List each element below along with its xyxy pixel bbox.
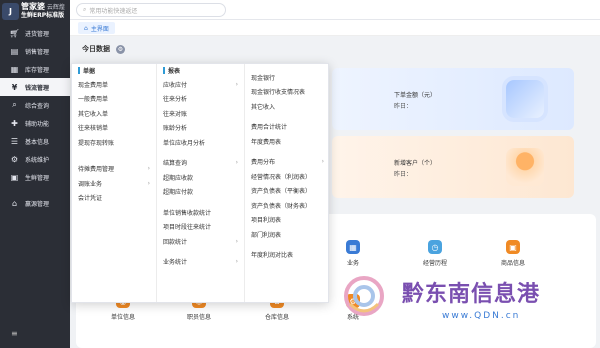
menu-item[interactable]: 结算查询 › xyxy=(157,156,244,171)
store-icon: ⌂ xyxy=(11,198,18,208)
chevron-right-icon: › xyxy=(147,165,150,173)
warehouse-icon: ▦ xyxy=(10,64,19,74)
chevron-right-icon: › xyxy=(321,158,324,166)
menu-item[interactable]: 一般费用单 xyxy=(72,92,156,107)
watermark: 黔东南信息港 www.QDN.cn xyxy=(340,268,600,348)
menu-item[interactable]: 项目时段往来统计 xyxy=(157,220,244,235)
menu-item[interactable]: 往来核销单 xyxy=(72,121,156,136)
fresh-icon: ▣ xyxy=(10,172,19,182)
menu-item[interactable]: 会计凭证 xyxy=(72,191,156,206)
history-icon: ◷ xyxy=(428,240,442,254)
menu-item[interactable]: 往来对账 xyxy=(157,106,244,121)
menu-item[interactable]: 资产负债表（财务表） xyxy=(245,198,330,213)
brand-sub: 云辉煌 xyxy=(46,3,65,11)
system-icon: ⚙ xyxy=(10,154,19,164)
menu-column-reports: 报表 应收应付 › 往来分析 往来对账 账龄分析 单位应收月分析 结算查询 › 超期… xyxy=(156,64,244,302)
sidebar-item-purchase[interactable]: 🛒︎ 进货管理 xyxy=(0,24,70,42)
tab-bar: ⌂ 主界面 xyxy=(70,20,600,36)
menu-item[interactable]: 单位应收月分析 xyxy=(157,135,244,150)
sidebar-item-sales[interactable]: ▤ 销售管理 xyxy=(0,42,70,60)
menu-item[interactable]: 待摊费用管理 › xyxy=(72,162,156,177)
new-customers-card: 新增客户（个） 昨日： xyxy=(332,136,574,198)
search-icon: ⌕ xyxy=(83,6,87,13)
home-icon: ⌂ xyxy=(84,24,88,32)
watermark-url: www.QDN.cn xyxy=(442,311,521,321)
sidebar: J 管家婆 云辉煌 生鲜ERP标准版 🛒︎ 进货管理 ▤ 销售管理 ▦ 库存管理 ¥ 钱… xyxy=(0,0,70,348)
watermark-logo-icon xyxy=(344,276,384,316)
sidebar-nav: 🛒︎ 进货管理 ▤ 销售管理 ▦ 库存管理 ¥ 钱流管理 ⌕ 综合查询 ✚ 辅助功能 ☰ 基本… xyxy=(0,24,70,212)
sidebar-item-fresh[interactable]: ▣ 生鲜管理 xyxy=(0,168,70,186)
menu-item[interactable]: 单位销售收款统计 xyxy=(157,205,244,220)
menu-column-documents: 单据 现金费用单 一般费用单 其它收入单 往来核销单 提现存现转账 待摊费用管理… xyxy=(72,64,156,302)
menu-item[interactable]: 部门利润表 xyxy=(245,227,330,242)
menu-item[interactable]: 超期应收款 xyxy=(157,170,244,185)
search-placeholder: 常用功能快速返还 xyxy=(89,7,138,15)
menu-item[interactable]: 项目利润表 xyxy=(245,213,330,228)
tab-home[interactable]: ⌂ 主界面 xyxy=(78,22,115,34)
menu-item[interactable]: 超期应付款 xyxy=(157,185,244,200)
menu-item[interactable]: 现金费用单 xyxy=(72,77,156,92)
sidebar-item-store[interactable]: ⌂ 赢源管理 xyxy=(0,194,70,212)
menu-item[interactable]: 应收应付 › xyxy=(157,77,244,92)
chevron-right-icon: › xyxy=(235,159,238,167)
menu-item[interactable]: 现金银行收支情况表 xyxy=(245,85,330,100)
menu-column-finance: 现金银行 现金银行收支情况表 其它收入 费用合计统计 年度费用表 费用分布 › 经… xyxy=(244,64,330,302)
menu-item[interactable]: 费用分布 › xyxy=(245,155,330,170)
chevron-right-icon: › xyxy=(235,237,238,245)
brand-edition: 生鲜ERP标准版 xyxy=(21,11,65,19)
sidebar-item-system[interactable]: ⚙ 系统维护 xyxy=(0,150,70,168)
settings-icon[interactable]: ⚙ xyxy=(116,44,125,54)
menu-item[interactable]: 调账业务 › xyxy=(72,176,156,191)
chevron-right-icon: › xyxy=(235,258,238,266)
customer-illustration-icon xyxy=(506,148,544,186)
quick-history[interactable]: ◷ 经营历程 xyxy=(410,240,460,267)
collapse-menu-icon[interactable]: ≡ xyxy=(11,329,18,338)
wallet-illustration-icon xyxy=(506,80,544,118)
chevron-right-icon: › xyxy=(147,179,150,187)
menu-item[interactable]: 费用合计统计 xyxy=(245,120,330,135)
menu-item[interactable]: 其它收入单 xyxy=(72,106,156,121)
menu-item[interactable]: 提现存现转账 xyxy=(72,135,156,150)
query-icon: ⌕ xyxy=(12,100,17,109)
menu-item[interactable]: 年度利润对比表 xyxy=(245,248,330,263)
info-icon: ☰ xyxy=(10,136,19,146)
money-icon: ¥ xyxy=(11,82,18,92)
business-icon: ▦ xyxy=(346,240,360,254)
menu-item[interactable]: 业务统计 › xyxy=(157,255,244,270)
watermark-text: 黔东南信息港 xyxy=(402,281,541,307)
sidebar-item-query[interactable]: ⌕ 综合查询 xyxy=(0,96,70,114)
menu-header-documents: 单据 xyxy=(72,64,156,77)
brand-logo: J xyxy=(2,2,19,20)
menu-item[interactable]: 现金银行 xyxy=(245,70,330,85)
tools-icon: ✚ xyxy=(11,118,18,128)
sidebar-item-stock[interactable]: ▦ 库存管理 xyxy=(0,60,70,78)
chevron-right-icon: › xyxy=(235,80,238,88)
search-input[interactable]: ⌕ 常用功能快速返还 xyxy=(76,3,226,17)
quick-goods[interactable]: ▣ 商品信息 xyxy=(488,240,538,267)
brand-name: 管家婆 xyxy=(21,1,45,11)
today-title: 今日数据 ⚙ xyxy=(82,44,125,54)
sales-icon: ▤ xyxy=(10,46,19,56)
menu-item[interactable]: 经营情况表（利润表） xyxy=(245,169,330,184)
quick-business[interactable]: ▦ 业务 xyxy=(328,240,378,267)
cashflow-flyout-menu: 单据 现金费用单 一般费用单 其它收入单 往来核销单 提现存现转账 待摊费用管理… xyxy=(71,63,329,303)
menu-item[interactable]: 资产负债表（平衡表） xyxy=(245,184,330,199)
goods-icon: ▣ xyxy=(506,240,520,254)
sidebar-item-cashflow[interactable]: ¥ 钱流管理 xyxy=(0,78,70,96)
menu-item[interactable]: 往来分析 xyxy=(157,92,244,107)
sidebar-item-info[interactable]: ☰ 基本信息 xyxy=(0,132,70,150)
topbar: ⌕ 常用功能快速返还 xyxy=(70,0,600,20)
sidebar-item-tools[interactable]: ✚ 辅助功能 xyxy=(0,114,70,132)
menu-item[interactable]: 其它收入 xyxy=(245,99,330,114)
menu-item[interactable]: 年度费用表 xyxy=(245,134,330,149)
order-amount-card: 下单金额（元） 昨日： xyxy=(332,68,574,130)
menu-item[interactable]: 账龄分析 xyxy=(157,121,244,136)
menu-item[interactable]: 回款统计 › xyxy=(157,234,244,249)
cart-icon: 🛒︎ xyxy=(9,28,20,38)
brand: J 管家婆 云辉煌 生鲜ERP标准版 xyxy=(0,0,70,22)
menu-header-reports: 报表 xyxy=(157,64,244,77)
